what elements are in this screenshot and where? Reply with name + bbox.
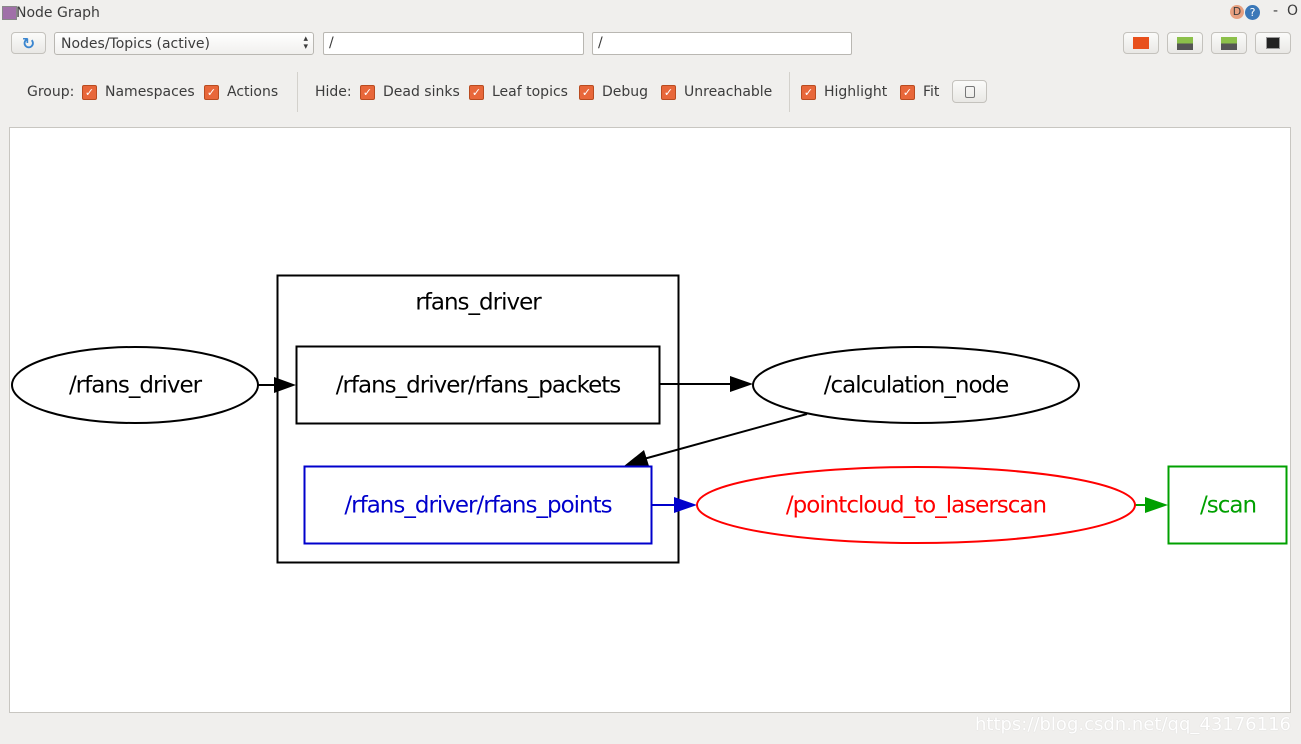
edge-packets-calc — [660, 376, 753, 392]
topic-scan[interactable]: /scan — [1167, 465, 1288, 545]
cluster-rfans-driver — [276, 274, 680, 564]
topic-label: /scan — [1200, 493, 1256, 519]
edge-points-pc2ls — [652, 497, 697, 513]
node-pointcloud-to-laserscan[interactable]: /pointcloud_to_laserscan — [696, 466, 1136, 544]
node-label: /calculation_node — [824, 373, 1009, 399]
edge-pc2ls-scan — [1135, 497, 1168, 513]
node-label: /rfans_driver — [69, 373, 203, 399]
topic-rfans-packets[interactable]: /rfans_driver/rfans_packets — [295, 345, 661, 425]
edge-calc-points — [624, 413, 808, 466]
cluster-label: rfans_driver — [415, 290, 542, 316]
node-calculation[interactable]: /calculation_node — [752, 346, 1080, 424]
node-label: /pointcloud_to_laserscan — [786, 493, 1046, 519]
topic-rfans-points[interactable]: /rfans_driver/rfans_points — [303, 465, 653, 545]
topic-label: /rfans_driver/rfans_packets — [336, 373, 621, 399]
edge-driver-packets — [258, 377, 296, 393]
topic-label: /rfans_driver/rfans_points — [344, 493, 611, 519]
watermark: https://blog.csdn.net/qq_43176116 — [974, 714, 1291, 735]
node-rfans-driver[interactable]: /rfans_driver — [11, 346, 259, 424]
graph-svg: rfans_driver /rfans_driver /rfans_driver… — [11, 274, 1288, 564]
